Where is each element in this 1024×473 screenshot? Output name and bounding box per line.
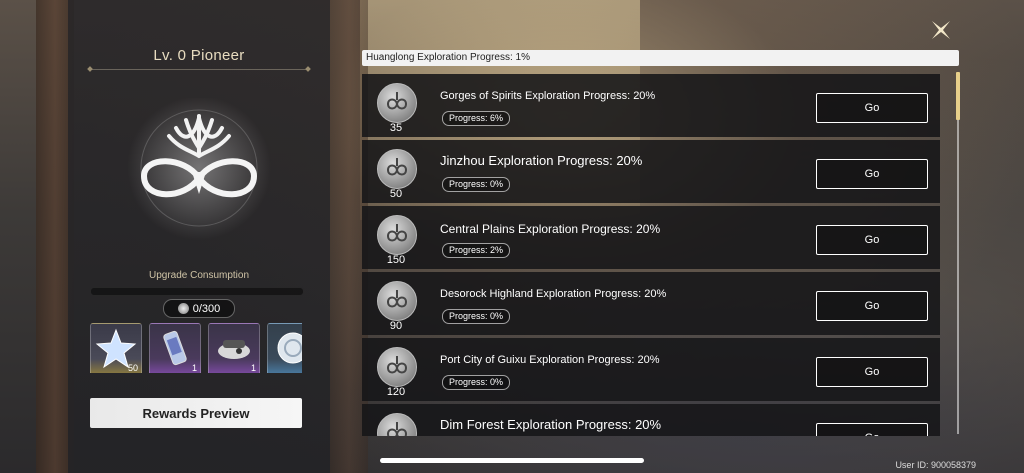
material-quantity: 1 <box>191 363 197 373</box>
go-button[interactable]: Go <box>816 93 928 123</box>
region-progress: Progress: 0% <box>442 375 511 390</box>
region-title: Desorock Highland Exploration Progress: … <box>440 288 667 300</box>
region-title: Jinzhou Exploration Progress: 20% <box>440 153 643 168</box>
region-level: 35 <box>389 122 403 134</box>
region-title: Gorges of Spirits Exploration Progress: … <box>440 90 656 102</box>
region-badge-icon <box>377 347 417 387</box>
material-item[interactable]: 1 <box>149 323 201 373</box>
exploration-coin-icon <box>177 303 189 314</box>
rewards-preview-button[interactable]: Rewards Preview <box>90 398 302 428</box>
region-badge-icon <box>377 413 417 436</box>
consumption-value: 0/300 <box>192 302 221 315</box>
region-progress: Progress: 0% <box>442 177 511 192</box>
pioneer-panel: Lv. 0 Pioneer Upgrade Consumption 0/300 <box>68 0 330 473</box>
region-level: 90 <box>389 320 403 332</box>
region-row: 35 Gorges of Spirits Exploration Progres… <box>362 74 940 137</box>
region-level: 120 <box>386 386 406 398</box>
material-item[interactable]: 20 <box>267 323 302 373</box>
upgrade-progress-bar <box>90 287 304 296</box>
upgrade-consumption-label: Upgrade Consumption <box>148 270 250 281</box>
region-row: 150 Central Plains Exploration Progress:… <box>362 206 940 269</box>
material-list: 50 1 1 20 <box>90 323 302 373</box>
go-button[interactable]: Go <box>816 159 928 189</box>
material-item[interactable]: 50 <box>90 323 142 373</box>
close-icon <box>932 21 950 39</box>
material-quantity: 1 <box>250 363 256 373</box>
go-button[interactable]: Go <box>816 357 928 387</box>
region-badge-icon <box>377 149 417 189</box>
pioneer-emblem-icon <box>124 96 274 248</box>
total-exploration-progress: Huanglong Exploration Progress: 1% <box>362 50 959 66</box>
region-level: 150 <box>386 254 406 266</box>
go-button[interactable]: Go <box>816 423 928 436</box>
region-badge-icon <box>377 215 417 255</box>
region-row: Dim Forest Exploration Progress: 20% Go <box>362 404 940 436</box>
region-badge-icon <box>377 83 417 123</box>
scrollbar-thumb[interactable] <box>956 72 960 120</box>
go-button[interactable]: Go <box>816 225 928 255</box>
region-row: 90 Desorock Highland Exploration Progres… <box>362 272 940 335</box>
level-title: Lv. 0 Pioneer <box>153 47 245 64</box>
material-quantity: 50 <box>127 363 138 373</box>
go-button[interactable]: Go <box>816 291 928 321</box>
region-badge-icon <box>377 281 417 321</box>
material-item[interactable]: 1 <box>208 323 260 373</box>
user-id: User ID: 900058379 <box>895 460 976 470</box>
region-progress: Progress: 2% <box>442 243 511 258</box>
home-indicator[interactable] <box>380 458 644 463</box>
disc-material-icon <box>277 332 302 364</box>
region-list[interactable]: 35 Gorges of Spirits Exploration Progres… <box>362 70 940 436</box>
title-divider <box>90 69 308 70</box>
region-title: Port City of Guixu Exploration Progress:… <box>440 354 660 366</box>
consumption-counter: 0/300 <box>163 299 235 318</box>
region-title: Dim Forest Exploration Progress: 20% <box>440 417 662 432</box>
region-row: 120 Port City of Guixu Exploration Progr… <box>362 338 940 401</box>
region-title: Central Plains Exploration Progress: 20% <box>440 222 661 236</box>
region-level: 50 <box>389 188 403 200</box>
close-button[interactable] <box>928 17 954 43</box>
region-progress: Progress: 6% <box>442 111 511 126</box>
region-row: 50 Jinzhou Exploration Progress: 20% Pro… <box>362 140 940 203</box>
region-progress: Progress: 0% <box>442 309 511 324</box>
scrollbar-track[interactable] <box>957 72 959 434</box>
